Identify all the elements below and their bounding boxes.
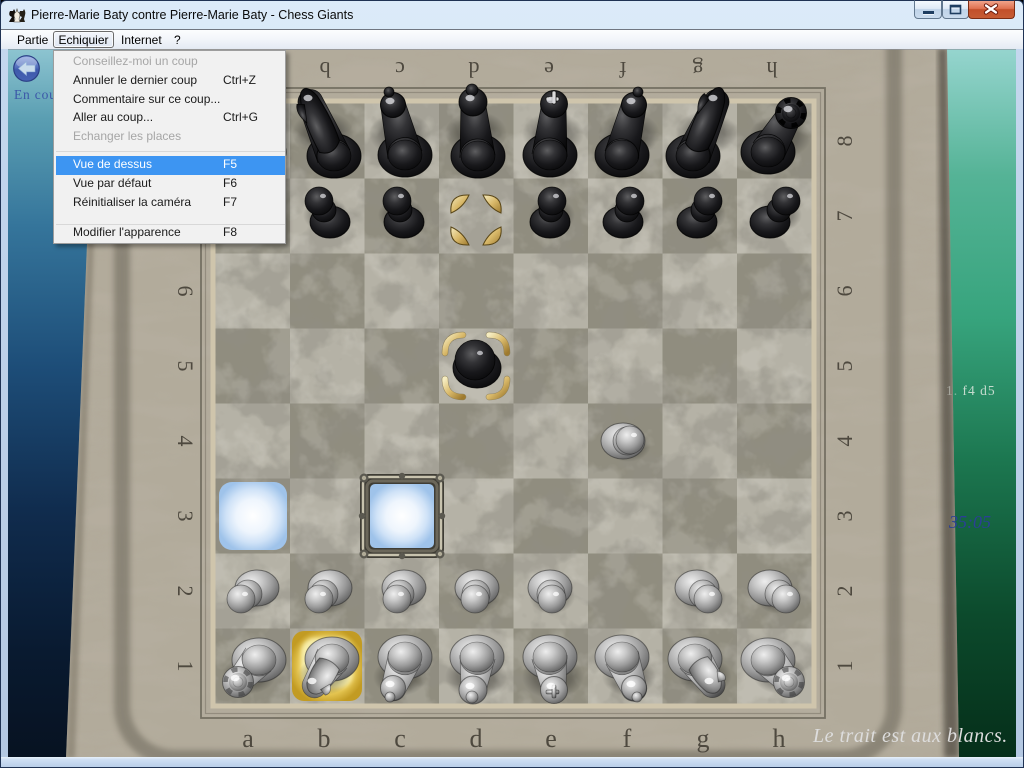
svg-text:1: 1 xyxy=(173,661,198,672)
svg-text:c: c xyxy=(394,724,406,753)
svg-text:6: 6 xyxy=(173,286,198,297)
svg-text:f: f xyxy=(623,724,632,753)
svg-text:4: 4 xyxy=(832,436,857,447)
svg-text:5: 5 xyxy=(173,361,198,372)
svg-text:g: g xyxy=(697,724,710,753)
svg-text:5: 5 xyxy=(832,361,857,372)
svg-text:d: d xyxy=(470,724,483,753)
svg-text:h: h xyxy=(773,724,786,753)
svg-text:2: 2 xyxy=(832,586,857,597)
svg-text:a: a xyxy=(242,724,254,753)
svg-text:e: e xyxy=(545,724,557,753)
svg-text:b: b xyxy=(320,57,331,82)
svg-text:8: 8 xyxy=(832,136,857,147)
svg-text:h: h xyxy=(767,57,778,82)
svg-text:2: 2 xyxy=(173,586,198,597)
svg-text:3: 3 xyxy=(832,511,857,522)
svg-text:e: e xyxy=(544,57,554,82)
svg-text:7: 7 xyxy=(832,211,857,222)
svg-text:3: 3 xyxy=(173,511,198,522)
svg-text:g: g xyxy=(693,57,704,82)
svg-text:d: d xyxy=(469,57,480,82)
svg-text:f: f xyxy=(619,57,627,82)
svg-text:4: 4 xyxy=(173,436,198,447)
svg-text:b: b xyxy=(318,724,331,753)
svg-text:1: 1 xyxy=(832,661,857,672)
svg-text:c: c xyxy=(395,57,405,82)
svg-text:6: 6 xyxy=(832,286,857,297)
